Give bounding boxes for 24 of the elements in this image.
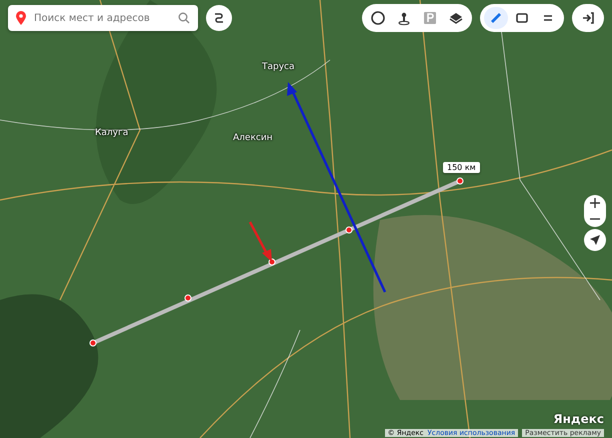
city-label: Таруса bbox=[262, 62, 295, 72]
navigation-icon bbox=[590, 235, 600, 245]
ruler-button[interactable] bbox=[484, 7, 508, 29]
ruler-point[interactable] bbox=[346, 226, 352, 234]
pin-icon bbox=[16, 11, 26, 25]
yandex-logo: Яндекс bbox=[553, 412, 604, 426]
city-label: Калуга bbox=[95, 128, 128, 138]
distance-label: 150 км bbox=[443, 162, 480, 173]
pointer-arrow bbox=[248, 221, 272, 262]
window-icon bbox=[514, 10, 530, 26]
ruler-point[interactable] bbox=[184, 294, 192, 302]
parking-icon bbox=[422, 10, 438, 26]
layers-icon bbox=[448, 10, 464, 26]
ruler-point[interactable] bbox=[90, 340, 96, 346]
traffic-icon bbox=[370, 10, 386, 26]
search-bar[interactable]: Поиск мест и адресов bbox=[8, 5, 198, 31]
search-icon bbox=[178, 12, 190, 24]
route-icon bbox=[212, 11, 226, 25]
minus-icon bbox=[590, 218, 600, 220]
plus-icon bbox=[590, 198, 600, 208]
person-icon bbox=[396, 10, 412, 26]
ruler-point[interactable] bbox=[456, 178, 464, 184]
city-label: Алексин bbox=[233, 133, 273, 143]
login-icon bbox=[580, 10, 596, 26]
